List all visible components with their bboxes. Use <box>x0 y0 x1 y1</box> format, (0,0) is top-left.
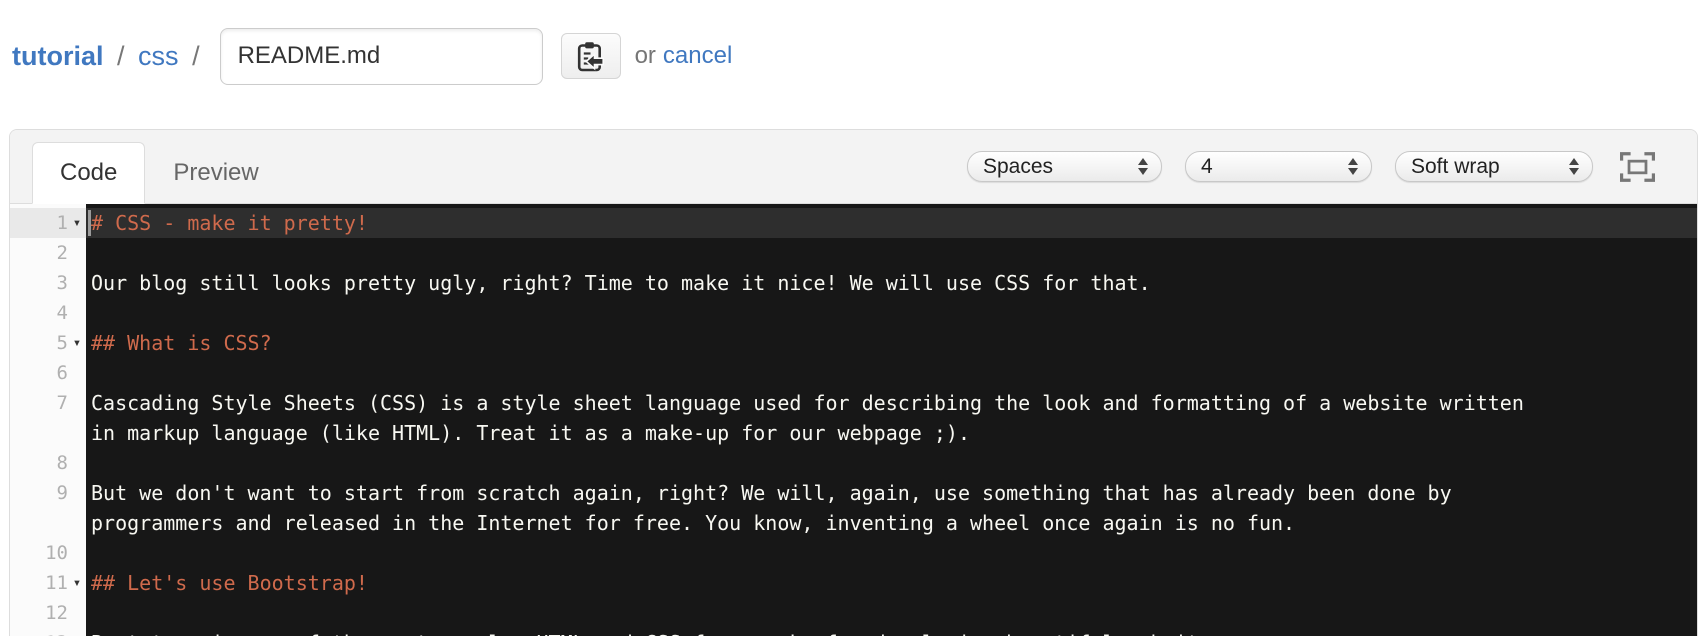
gutter-cell: 5 ▾ <box>10 328 86 358</box>
line-text[interactable]: But we don't want to start from scratch … <box>86 478 1697 538</box>
breadcrumb-folder-link[interactable]: css <box>138 41 179 71</box>
line-text[interactable]: Cascading Style Sheets (CSS) is a style … <box>86 388 1697 448</box>
tab-code[interactable]: Code <box>32 142 146 204</box>
indent-size-select[interactable]: 4 <box>1185 151 1372 182</box>
line-text[interactable] <box>86 298 1697 328</box>
paste-filename-button[interactable] <box>560 33 621 79</box>
line-text[interactable] <box>86 358 1697 388</box>
gutter-cell: 4 <box>10 298 86 328</box>
file-header: tutorial / css / or cancel <box>0 0 1706 112</box>
breadcrumb-separator: / <box>192 40 200 71</box>
line-number: 13 <box>45 628 68 636</box>
line-number: 12 <box>45 602 68 624</box>
line-number: 5 <box>56 332 68 354</box>
line-text[interactable]: ## What is CSS? <box>86 328 1697 358</box>
line-number: 8 <box>56 452 68 474</box>
gutter-cell: 10 <box>10 538 86 568</box>
gutter-cell: 13 <box>10 628 86 636</box>
gutter-cell: 8 <box>10 448 86 478</box>
line-number: 1 <box>56 212 68 234</box>
editor-line: 11 ▾ ## Let's use Bootstrap! <box>10 568 1697 598</box>
line-text[interactable] <box>86 238 1697 268</box>
gutter-cell: 11 ▾ <box>10 568 86 598</box>
editor-line: 9 But we don't want to start from scratch… <box>10 478 1697 538</box>
editor-line: 6 <box>10 358 1697 388</box>
clipboard-arrow-icon <box>577 41 605 72</box>
editor-tab-bar: Code Preview Spaces 4 Soft wrap <box>10 130 1697 204</box>
gutter-cell: 7 <box>10 388 86 448</box>
line-text[interactable] <box>86 448 1697 478</box>
fullscreen-button[interactable] <box>1620 151 1655 182</box>
fold-arrow-icon[interactable]: ▾ <box>68 328 86 358</box>
wrap-mode-value: Soft wrap <box>1411 154 1500 178</box>
gutter-cell: 1 ▾ <box>10 208 86 238</box>
up-down-arrows-icon <box>1348 158 1358 175</box>
tab-list: Code Preview <box>32 142 287 204</box>
editor-line: 8 <box>10 448 1697 478</box>
up-down-arrows-icon <box>1569 158 1579 175</box>
gutter-cell: 9 <box>10 478 86 538</box>
line-text[interactable]: ## Let's use Bootstrap! <box>86 568 1697 598</box>
text-cursor <box>88 210 91 236</box>
editor-line: 2 <box>10 238 1697 268</box>
gutter-cell: 12 <box>10 598 86 628</box>
fold-arrow-icon[interactable]: ▾ <box>68 568 86 598</box>
line-text[interactable]: Our blog still looks pretty ugly, right?… <box>86 268 1697 298</box>
line-text[interactable]: # CSS - make it pretty! <box>86 208 1697 238</box>
filename-input[interactable] <box>219 27 543 85</box>
wrap-mode-select[interactable]: Soft wrap <box>1395 151 1593 182</box>
editor-line: 12 <box>10 598 1697 628</box>
line-text[interactable] <box>86 538 1697 568</box>
line-text[interactable] <box>86 598 1697 628</box>
or-label: or <box>634 42 656 69</box>
breadcrumb-repo-link[interactable]: tutorial <box>12 41 104 71</box>
editor-controls: Spaces 4 Soft wrap <box>944 130 1655 203</box>
up-down-arrows-icon <box>1138 158 1148 175</box>
editor-line: 13 Bootstrap is one of the most popular H… <box>10 628 1697 636</box>
editor-line: 7 Cascading Style Sheets (CSS) is a style… <box>10 388 1697 448</box>
screen-full-icon <box>1620 151 1655 182</box>
line-number: 11 <box>45 572 68 594</box>
editor-line: 10 <box>10 538 1697 568</box>
tab-preview[interactable]: Preview <box>145 142 286 204</box>
line-number: 2 <box>56 242 68 264</box>
breadcrumb-separator: / <box>117 40 125 71</box>
editor-line: 3 Our blog still looks pretty ugly, right… <box>10 268 1697 298</box>
line-text[interactable]: Bootstrap is one of the most popular HTM… <box>86 628 1697 636</box>
line-number: 10 <box>45 542 68 564</box>
line-number: 4 <box>56 302 68 324</box>
line-number: 7 <box>56 392 68 414</box>
line-number: 9 <box>56 482 68 504</box>
breadcrumb: tutorial / css / <box>12 41 206 72</box>
indent-mode-select[interactable]: Spaces <box>967 151 1162 182</box>
cancel-link[interactable]: cancel <box>663 42 732 70</box>
editor-line: 4 <box>10 298 1697 328</box>
gutter-cell: 3 <box>10 268 86 298</box>
editor-lines: 1 ▾ # CSS - make it pretty! 2 3 Our blog stil… <box>10 208 1697 636</box>
code-editor[interactable]: 1 ▾ # CSS - make it pretty! 2 3 Our blog stil… <box>10 204 1697 636</box>
gutter-cell: 6 <box>10 358 86 388</box>
line-number: 3 <box>56 272 68 294</box>
fold-arrow-icon[interactable]: ▾ <box>68 208 86 238</box>
gutter-cell: 2 <box>10 238 86 268</box>
indent-size-value: 4 <box>1201 154 1213 178</box>
file-editor-container: Code Preview Spaces 4 Soft wrap 1 ▾ # CSS - m… <box>9 129 1698 636</box>
editor-line: 5 ▾ ## What is CSS? <box>10 328 1697 358</box>
editor-line: 1 ▾ # CSS - make it pretty! <box>10 208 1697 238</box>
indent-mode-value: Spaces <box>983 154 1054 178</box>
line-number: 6 <box>56 362 68 384</box>
